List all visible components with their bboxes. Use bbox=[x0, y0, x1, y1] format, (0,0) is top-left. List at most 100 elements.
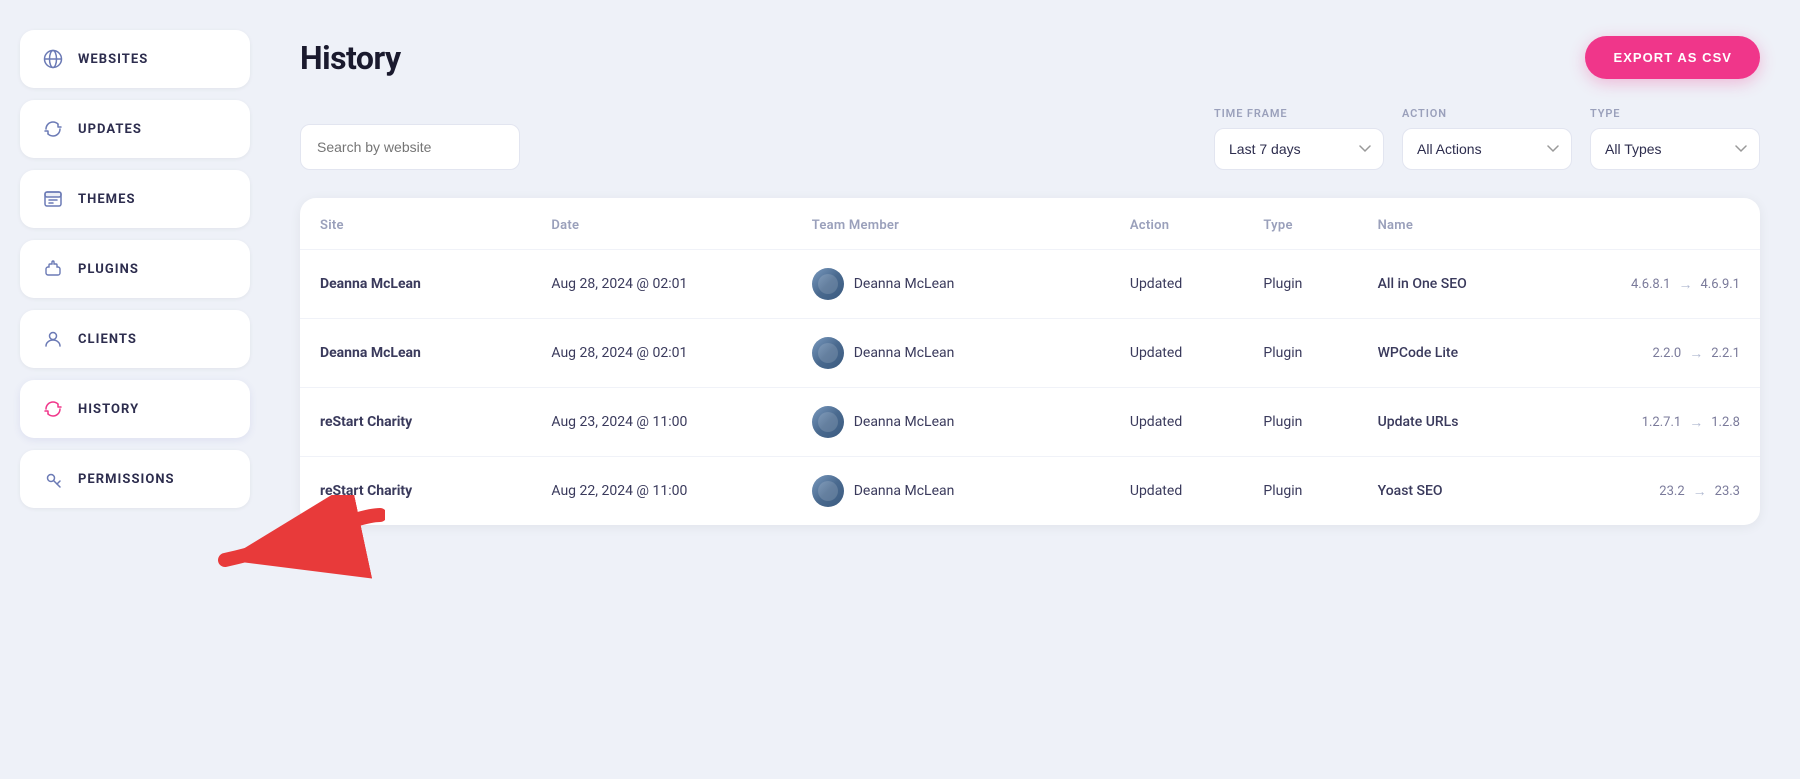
action-select[interactable]: All Actions Updated Installed Deleted bbox=[1402, 128, 1572, 170]
search-input[interactable] bbox=[300, 124, 520, 170]
timeframe-label: TIME FRAME bbox=[1214, 107, 1384, 120]
cell-date-3: Aug 22, 2024 @ 11:00 bbox=[531, 457, 791, 526]
action-label: ACTION bbox=[1402, 107, 1572, 120]
export-csv-button[interactable]: EXPORT AS CSV bbox=[1585, 36, 1760, 79]
cell-type-2: Plugin bbox=[1243, 388, 1357, 457]
cell-action-1: Updated bbox=[1110, 319, 1244, 388]
version-from-0: 4.6.8.1 bbox=[1631, 277, 1671, 292]
cell-team-3: Deanna McLean bbox=[792, 457, 1110, 526]
table-row: reStart Charity Aug 22, 2024 @ 11:00 Dea… bbox=[300, 457, 1760, 526]
history-icon bbox=[42, 398, 64, 420]
sidebar-item-label-permissions: PERMISSIONS bbox=[78, 472, 175, 487]
cell-version-0: 4.6.8.1 → 4.6.9.1 bbox=[1544, 250, 1760, 319]
version-arrow-3: → bbox=[1693, 483, 1707, 500]
cell-type-0: Plugin bbox=[1243, 250, 1357, 319]
cell-site-0: Deanna McLean bbox=[300, 250, 531, 319]
team-member-name-3: Deanna McLean bbox=[854, 483, 955, 499]
table-row: Deanna McLean Aug 28, 2024 @ 02:01 Deann… bbox=[300, 319, 1760, 388]
sidebar-item-label-themes: THEMES bbox=[78, 192, 136, 207]
sidebar-item-websites[interactable]: WEBSITES bbox=[20, 30, 250, 88]
cell-team-0: Deanna McLean bbox=[792, 250, 1110, 319]
sidebar-item-label-plugins: PLUGINS bbox=[78, 262, 139, 277]
cell-action-3: Updated bbox=[1110, 457, 1244, 526]
type-filter-group: TYPE All Types Plugin Theme Core bbox=[1590, 107, 1760, 170]
cell-site-3: reStart Charity bbox=[300, 457, 531, 526]
timeframe-select[interactable]: Last 7 days Last 30 days Last 90 days Al… bbox=[1214, 128, 1384, 170]
type-select[interactable]: All Types Plugin Theme Core bbox=[1590, 128, 1760, 170]
sidebar-item-label-history: HISTORY bbox=[78, 402, 139, 417]
filter-bar: TIME FRAME Last 7 days Last 30 days Last… bbox=[300, 107, 1760, 170]
team-member-name-2: Deanna McLean bbox=[854, 414, 955, 430]
table-header-row: Site Date Team Member Action Type Name bbox=[300, 198, 1760, 250]
version-arrow-1: → bbox=[1689, 345, 1703, 362]
sidebar-item-permissions[interactable]: PERMISSIONS bbox=[20, 450, 250, 508]
cell-date-1: Aug 28, 2024 @ 02:01 bbox=[531, 319, 791, 388]
cell-type-3: Plugin bbox=[1243, 457, 1357, 526]
cell-type-1: Plugin bbox=[1243, 319, 1357, 388]
permissions-icon bbox=[42, 468, 64, 490]
sidebar-item-history[interactable]: HISTORY bbox=[20, 380, 250, 438]
col-team-member: Team Member bbox=[792, 198, 1110, 250]
history-table-card: Site Date Team Member Action Type Name D… bbox=[300, 198, 1760, 525]
cell-version-3: 23.2 → 23.3 bbox=[1544, 457, 1760, 526]
col-date: Date bbox=[531, 198, 791, 250]
sidebar-item-clients[interactable]: CLIENTS bbox=[20, 310, 250, 368]
cell-name-0: All in One SEO bbox=[1358, 250, 1545, 319]
version-to-1: 2.2.1 bbox=[1711, 346, 1740, 361]
avatar-3 bbox=[812, 475, 844, 507]
plugins-icon bbox=[42, 258, 64, 280]
sidebar-item-updates[interactable]: UPDATES bbox=[20, 100, 250, 158]
sidebar: WEBSITES UPDATES THEMES PLUGINS CLIENTS HISTO… bbox=[0, 0, 270, 779]
history-table: Site Date Team Member Action Type Name D… bbox=[300, 198, 1760, 525]
cell-version-2: 1.2.7.1 → 1.2.8 bbox=[1544, 388, 1760, 457]
websites-icon bbox=[42, 48, 64, 70]
col-name: Name bbox=[1358, 198, 1545, 250]
search-wrap bbox=[300, 124, 520, 170]
action-filter-group: ACTION All Actions Updated Installed Del… bbox=[1402, 107, 1572, 170]
sidebar-item-label-websites: WEBSITES bbox=[78, 52, 148, 67]
cell-team-2: Deanna McLean bbox=[792, 388, 1110, 457]
col-action: Action bbox=[1110, 198, 1244, 250]
cell-name-2: Update URLs bbox=[1358, 388, 1545, 457]
cell-team-1: Deanna McLean bbox=[792, 319, 1110, 388]
version-from-2: 1.2.7.1 bbox=[1642, 415, 1682, 430]
updates-icon bbox=[42, 118, 64, 140]
col-site: Site bbox=[300, 198, 531, 250]
version-to-3: 23.3 bbox=[1715, 484, 1740, 499]
cell-site-2: reStart Charity bbox=[300, 388, 531, 457]
sidebar-item-label-clients: CLIENTS bbox=[78, 332, 137, 347]
sidebar-item-themes[interactable]: THEMES bbox=[20, 170, 250, 228]
team-member-name-0: Deanna McLean bbox=[854, 276, 955, 292]
version-from-1: 2.2.0 bbox=[1652, 346, 1681, 361]
sidebar-item-label-updates: UPDATES bbox=[78, 122, 142, 137]
themes-icon bbox=[42, 188, 64, 210]
col-version bbox=[1544, 198, 1760, 250]
cell-site-1: Deanna McLean bbox=[300, 319, 531, 388]
col-type: Type bbox=[1243, 198, 1357, 250]
page-title: History bbox=[300, 39, 401, 77]
avatar-2 bbox=[812, 406, 844, 438]
cell-date-2: Aug 23, 2024 @ 11:00 bbox=[531, 388, 791, 457]
table-row: Deanna McLean Aug 28, 2024 @ 02:01 Deann… bbox=[300, 250, 1760, 319]
cell-action-0: Updated bbox=[1110, 250, 1244, 319]
avatar-1 bbox=[812, 337, 844, 369]
cell-version-1: 2.2.0 → 2.2.1 bbox=[1544, 319, 1760, 388]
version-to-0: 4.6.9.1 bbox=[1700, 277, 1740, 292]
sidebar-item-plugins[interactable]: PLUGINS bbox=[20, 240, 250, 298]
cell-action-2: Updated bbox=[1110, 388, 1244, 457]
team-member-name-1: Deanna McLean bbox=[854, 345, 955, 361]
cell-name-3: Yoast SEO bbox=[1358, 457, 1545, 526]
version-from-3: 23.2 bbox=[1659, 484, 1684, 499]
type-label: TYPE bbox=[1590, 107, 1760, 120]
main-header: History EXPORT AS CSV bbox=[300, 36, 1760, 79]
main-content: History EXPORT AS CSV TIME FRAME Last 7 … bbox=[270, 0, 1800, 779]
version-to-2: 1.2.8 bbox=[1711, 415, 1740, 430]
cell-date-0: Aug 28, 2024 @ 02:01 bbox=[531, 250, 791, 319]
version-arrow-0: → bbox=[1678, 276, 1692, 293]
cell-name-1: WPCode Lite bbox=[1358, 319, 1545, 388]
version-arrow-2: → bbox=[1689, 414, 1703, 431]
avatar-0 bbox=[812, 268, 844, 300]
timeframe-filter-group: TIME FRAME Last 7 days Last 30 days Last… bbox=[1214, 107, 1384, 170]
table-row: reStart Charity Aug 23, 2024 @ 11:00 Dea… bbox=[300, 388, 1760, 457]
clients-icon bbox=[42, 328, 64, 350]
